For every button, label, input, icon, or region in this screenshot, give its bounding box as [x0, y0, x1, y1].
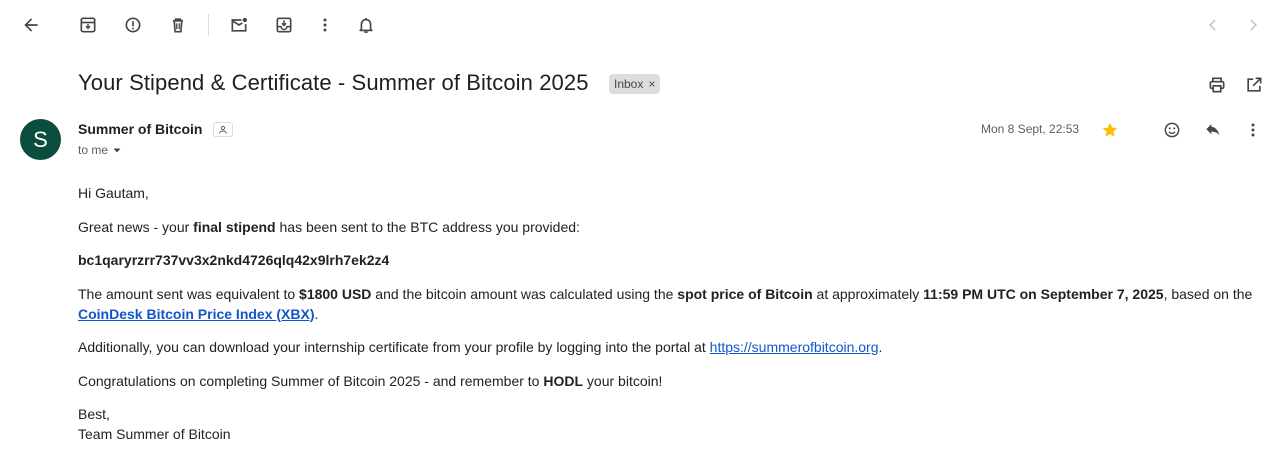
reply-button[interactable]: [1197, 114, 1229, 146]
text-span: Congratulations on completing Summer of …: [78, 372, 544, 389]
amount-text: $1800 USD: [299, 285, 372, 302]
report-spam-icon: [125, 17, 141, 33]
email-subject: Your Stipend & Certificate - Summer of B…: [78, 70, 589, 95]
signoff: Best,: [78, 406, 110, 422]
emoji-icon: [1164, 122, 1180, 138]
text-span: , based on the: [1163, 285, 1253, 302]
text-span: Additionally, you can download your inte…: [78, 339, 710, 355]
print-all-button[interactable]: [1201, 69, 1233, 101]
bold-text: final stipend: [193, 218, 276, 235]
people-icon: [219, 125, 227, 134]
open-in-new-icon: [1247, 77, 1262, 92]
bold-text: HODL: [543, 372, 584, 389]
printer-icon: [1209, 77, 1225, 93]
snooze-button[interactable]: [350, 9, 382, 41]
email-body: Hi Gautam, Great news - your final stipe…: [78, 183, 1268, 444]
older-message-button[interactable]: [1237, 9, 1269, 41]
recipient-details-toggle[interactable]: to me: [78, 143, 122, 157]
message-date: Mon 8 Sept, 22:53: [981, 122, 1080, 136]
sender-name[interactable]: Summer of Bitcoin: [78, 121, 202, 137]
text-span: The amount sent was equivalent to: [78, 285, 300, 302]
toolbar-divider: [208, 14, 209, 36]
portal-link[interactable]: https://summerofbitcoin.org: [710, 339, 879, 355]
btc-address: bc1qaryrzrr737vv3x2nkd4726qlq42x9lrh7ek2…: [78, 250, 1268, 270]
star-icon: [1102, 122, 1118, 137]
remove-label-icon[interactable]: ×: [648, 77, 655, 91]
bold-text: 11:59 PM UTC on September 7, 2025: [923, 285, 1164, 302]
text-span: your bitcoin!: [583, 372, 663, 389]
star-button[interactable]: [1094, 114, 1126, 146]
text-span: has been sent to the BTC address you pro…: [275, 218, 580, 235]
bell-icon: [359, 17, 373, 33]
archive-button[interactable]: [72, 9, 104, 41]
archive-icon: [80, 17, 96, 33]
signature: Team Summer of Bitcoin: [78, 426, 231, 442]
chevron-left-icon: [1209, 19, 1216, 31]
sender-info-badge[interactable]: [213, 122, 233, 137]
text-span: .: [314, 305, 319, 322]
add-reaction-button[interactable]: [1156, 114, 1188, 146]
trash-icon: [173, 18, 183, 33]
btc-address-text: bc1qaryrzrr737vv3x2nkd4726qlq42x9lrh7ek2…: [78, 252, 390, 268]
caret-down-icon: [113, 148, 121, 153]
more-options-button[interactable]: [309, 9, 341, 41]
paragraph-congratulations: Congratulations on completing Summer of …: [78, 371, 1268, 391]
chevron-right-icon: [1250, 19, 1257, 31]
reply-icon: [1206, 124, 1220, 136]
more-vertical-icon: [323, 18, 327, 32]
recipient-text: to me: [78, 143, 109, 157]
delete-button[interactable]: [162, 9, 194, 41]
text-span: and the bitcoin amount was calculated us…: [371, 285, 678, 302]
report-spam-button[interactable]: [117, 9, 149, 41]
mark-unread-button[interactable]: [223, 9, 255, 41]
arrow-left-icon: [24, 18, 38, 32]
text-span: Great news - your: [78, 218, 194, 235]
inbox-label-chip[interactable]: Inbox ×: [609, 74, 661, 94]
greeting: Hi Gautam,: [78, 185, 149, 201]
more-vertical-icon: [1251, 123, 1255, 137]
inbox-label-text: Inbox: [614, 77, 644, 91]
back-button[interactable]: [15, 9, 47, 41]
move-to-button[interactable]: [268, 9, 300, 41]
open-new-window-button[interactable]: [1238, 69, 1270, 101]
newer-message-button[interactable]: [1197, 9, 1229, 41]
mark-unread-icon: [231, 17, 247, 32]
text-span: at approximately: [812, 285, 924, 302]
paragraph-certificate: Additionally, you can download your inte…: [78, 337, 1268, 357]
paragraph-stipend-sent: Great news - your final stipend has been…: [78, 217, 1268, 237]
move-to-icon: [276, 17, 292, 33]
bold-text: spot price of Bitcoin: [677, 285, 813, 302]
text-span: .: [878, 339, 883, 355]
sender-avatar[interactable]: S: [20, 119, 61, 160]
message-more-button[interactable]: [1237, 114, 1269, 146]
coindesk-index-link[interactable]: CoinDesk Bitcoin Price Index (XBX): [78, 306, 315, 322]
paragraph-amount: The amount sent was equivalent to $1800 …: [78, 284, 1268, 324]
